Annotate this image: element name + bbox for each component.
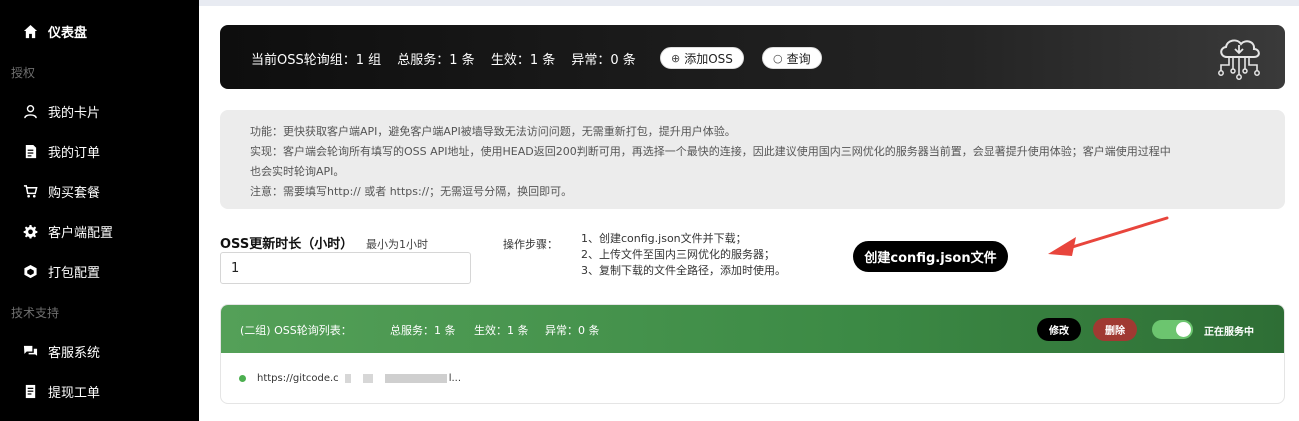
toggle-knob xyxy=(1176,322,1191,337)
package-icon xyxy=(22,263,38,279)
redacted-block xyxy=(344,374,351,383)
groups-count: 当前OSS轮询组：1 组 xyxy=(251,53,382,68)
service-toggle[interactable] xyxy=(1152,320,1193,339)
sidebar-item-my-orders[interactable]: 我的订单 xyxy=(22,141,100,161)
info-line-implementation: 实现：客户端会轮询所有填写的OSS API地址，使用HEAD返回200判断可用，… xyxy=(250,145,1171,158)
sidebar-item-label: 购买套餐 xyxy=(48,185,101,201)
gear-icon xyxy=(22,223,38,239)
redacted-block xyxy=(384,374,447,383)
oss-group-card: (二组) OSS轮询列表： 总服务：1 条 生效：1 条 异常：0 条 修改 删… xyxy=(220,304,1285,404)
add-oss-button[interactable]: ⊕ 添加OSS xyxy=(660,47,744,69)
group-title: (二组) OSS轮询列表： xyxy=(240,324,352,337)
sidebar-item-label: 提现工单 xyxy=(48,385,101,401)
info-line-note: 注意：需要填写http:// 或者 https://；无需逗号分隔，换回即可。 xyxy=(250,185,573,198)
sidebar-item-label: 打包配置 xyxy=(48,265,101,281)
plus-circle-icon: ⊕ xyxy=(671,51,681,65)
query-button[interactable]: ○ 查询 xyxy=(762,47,822,69)
duration-label: OSS更新时长（小时） xyxy=(220,237,354,252)
edit-group-button[interactable]: 修改 xyxy=(1037,318,1081,341)
oss-url-item[interactable]: https://gitcode.c l... xyxy=(239,373,461,384)
sidebar-item-withdraw-ticket[interactable]: 提现工单 xyxy=(22,381,100,401)
sidebar-item-pack-config[interactable]: 打包配置 xyxy=(22,261,100,281)
sidebar-item-label: 我的卡片 xyxy=(48,105,101,121)
cart-icon xyxy=(22,183,38,199)
error-count: 异常：0 条 xyxy=(571,53,636,68)
ticket-icon xyxy=(22,383,38,399)
service-status-label: 正在服务中 xyxy=(1204,327,1254,338)
document-icon xyxy=(22,143,38,159)
red-arrow-annotation xyxy=(1048,216,1169,256)
oss-summary-banner: 当前OSS轮询组：1 组 总服务：1 条 生效：1 条 异常：0 条 ⊕ 添加O… xyxy=(220,25,1285,89)
oss-url-suffix: l... xyxy=(448,373,462,384)
duration-input[interactable] xyxy=(220,252,471,284)
chat-icon xyxy=(22,343,38,359)
delete-group-button[interactable]: 删除 xyxy=(1093,318,1137,341)
steps-label: 操作步骤： xyxy=(503,238,558,251)
home-icon xyxy=(22,23,38,39)
sidebar-group-auth: 授权 xyxy=(11,66,36,80)
sidebar-item-label: 仪表盘 xyxy=(48,25,88,41)
step-item: 3、复制下载的文件全路径，添加时使用。 xyxy=(581,264,786,277)
total-count: 总服务：1 条 xyxy=(397,53,475,68)
group-total: 总服务：1 条 xyxy=(390,324,456,337)
steps-list: 1、创建config.json文件并下载； 2、上传文件至国内三网优化的服务器；… xyxy=(581,231,786,279)
sidebar-item-label: 客服系统 xyxy=(48,345,101,361)
duration-hint: 最小为1小时 xyxy=(366,238,428,251)
sidebar-item-support-system[interactable]: 客服系统 xyxy=(22,341,100,361)
group-active: 生效：1 条 xyxy=(474,324,529,337)
create-config-button[interactable]: 创建config.json文件 xyxy=(853,241,1008,272)
step-item: 2、上传文件至国内三网优化的服务器； xyxy=(581,248,775,261)
redacted-block xyxy=(362,374,373,383)
status-dot xyxy=(239,375,246,382)
step-item: 1、创建config.json文件并下载； xyxy=(581,232,747,245)
user-icon xyxy=(22,103,38,119)
query-label: 查询 xyxy=(786,51,811,66)
feature-description: 功能：更快获取客户端API，避免客户端API被墙导致无法访问问题，无需重新打包，… xyxy=(220,110,1285,209)
cloud-network-icon xyxy=(1218,39,1260,80)
oss-url-prefix: https://gitcode.c xyxy=(257,373,339,384)
group-header: (二组) OSS轮询列表： 总服务：1 条 生效：1 条 异常：0 条 修改 删… xyxy=(221,305,1284,353)
main-content: 当前OSS轮询组：1 组 总服务：1 条 生效：1 条 异常：0 条 ⊕ 添加O… xyxy=(199,0,1299,421)
info-line-feature: 功能：更快获取客户端API，避免客户端API被墙导致无法访问问题，无需重新打包，… xyxy=(250,125,736,138)
sidebar-item-buy-plan[interactable]: 购买套餐 xyxy=(22,181,100,201)
group-error: 异常：0 条 xyxy=(545,324,600,337)
sidebar-item-my-cards[interactable]: 我的卡片 xyxy=(22,101,100,121)
sidebar: 仪表盘 授权 我的卡片 我的订单 购买套餐 客户端配置 打包配置 技术支持 客服… xyxy=(0,0,199,421)
info-line-implementation-cont: 也会实时轮询API。 xyxy=(250,165,345,178)
sidebar-group-support: 技术支持 xyxy=(11,306,60,320)
summary-stats: 当前OSS轮询组：1 组 总服务：1 条 生效：1 条 异常：0 条 xyxy=(251,49,640,68)
sidebar-item-label: 我的订单 xyxy=(48,145,101,161)
sidebar-item-dashboard[interactable]: 仪表盘 xyxy=(22,21,87,41)
sidebar-item-client-config[interactable]: 客户端配置 xyxy=(22,221,113,241)
add-oss-label: 添加OSS xyxy=(684,51,733,66)
sidebar-item-label: 客户端配置 xyxy=(48,225,114,241)
top-bar xyxy=(199,0,1299,6)
active-count: 生效：1 条 xyxy=(490,53,556,68)
search-icon: ○ xyxy=(773,51,783,65)
